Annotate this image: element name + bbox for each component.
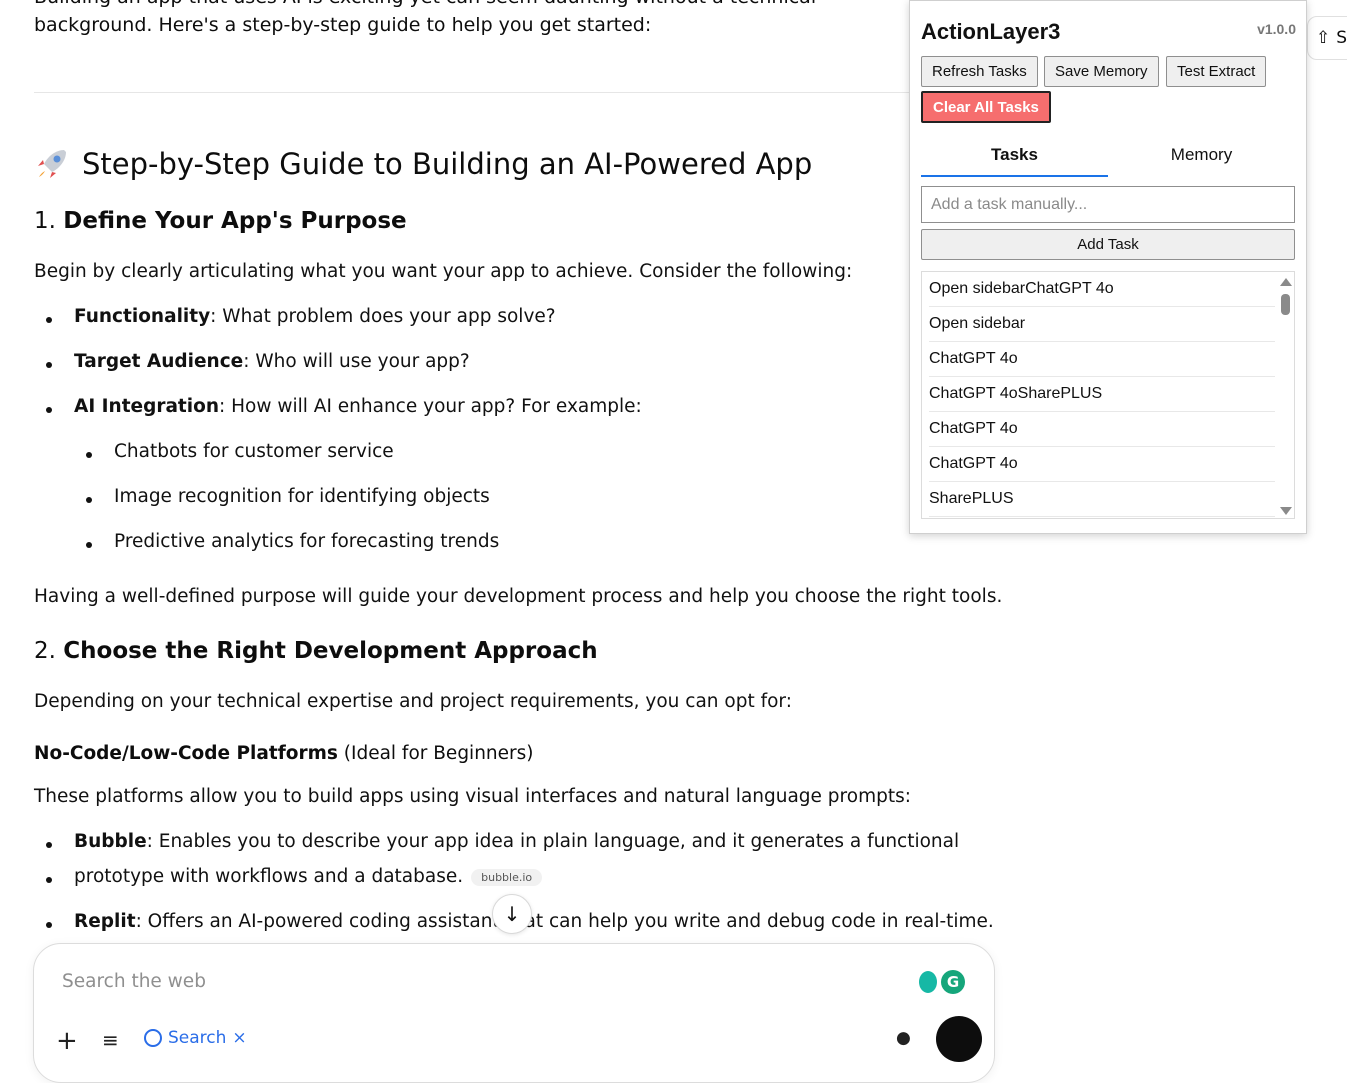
share-button[interactable]: ⇧ Sh [1307, 16, 1347, 60]
search-input[interactable] [60, 970, 760, 993]
close-icon[interactable]: × [232, 1028, 246, 1048]
list-item-term: Bubble [74, 831, 147, 852]
grammarly-icon[interactable]: G [941, 970, 965, 994]
section2-title: Choose the Right Development Approach [63, 638, 598, 664]
section2-lead: Depending on your technical expertise an… [34, 691, 792, 712]
task-item[interactable]: Open sidebar [929, 307, 1275, 342]
refresh-tasks-button[interactable]: Refresh Tasks [921, 56, 1038, 87]
list-item: AI Integration: How will AI enhance your… [46, 396, 642, 417]
scroll-down-button[interactable]: ↓ [492, 894, 532, 934]
test-extract-button[interactable]: Test Extract [1166, 56, 1267, 87]
voice-mode-button[interactable] [936, 1016, 982, 1062]
section2-heading: 2. Choose the Right Development Approach [34, 638, 598, 664]
grammarly-widget[interactable]: G [914, 966, 970, 998]
article-intro: background. Here's a step-by-step guide … [34, 14, 652, 36]
section1-heading: 1. Define Your App's Purpose [34, 208, 407, 234]
section1-lead: Begin by clearly articulating what you w… [34, 261, 853, 282]
task-item[interactable]: ChatGPT 4o [929, 342, 1275, 377]
task-list[interactable]: Open sidebarChatGPT 4o Open sidebar Chat… [921, 271, 1295, 519]
list-item-text: prototype with workflows and a database. [74, 866, 464, 887]
panel-version: v1.0.0 [1257, 21, 1296, 37]
save-memory-button[interactable]: Save Memory [1044, 56, 1159, 87]
list-item: Target Audience: Who will use your app? [46, 351, 470, 372]
share-icon: ⇧ [1316, 28, 1331, 48]
scroll-up-arrow-icon[interactable] [1280, 278, 1292, 286]
list-item-term: Functionality [74, 306, 211, 327]
list-item-text: : How will AI enhance your app? For exam… [219, 396, 642, 417]
section1-title: Define Your App's Purpose [63, 208, 407, 234]
tab-tasks[interactable]: Tasks [921, 141, 1108, 177]
list-item: Functionality: What problem does your ap… [46, 306, 556, 327]
task-item[interactable]: ChatGPT 4o [929, 412, 1275, 447]
panel-title: ActionLayer3 [921, 19, 1061, 44]
sub-list-item: Predictive analytics for forecasting tre… [85, 531, 500, 552]
sub-list-item: Image recognition for identifying object… [86, 486, 490, 507]
article-heading-text: Step-by-Step Guide to Building an AI-Pow… [82, 147, 813, 181]
scroll-down-arrow-icon[interactable] [1280, 507, 1292, 515]
search-tool-label: Search [168, 1028, 227, 1048]
subheading-rest: (Ideal for Beginners) [337, 743, 534, 764]
section2-subheading: No-Code/Low-Code Platforms (Ideal for Be… [34, 743, 534, 764]
microphone-icon[interactable]: ● [896, 1028, 911, 1048]
share-label: Sh [1336, 28, 1347, 48]
search-tool-chip[interactable]: Search × [144, 1028, 247, 1048]
article-divider [34, 92, 974, 93]
chat-composer: G + ≡ Search × ● [33, 943, 995, 1083]
plus-icon[interactable]: + [56, 1026, 78, 1056]
section1-number: 1. [34, 208, 56, 234]
list-item-text: : What problem does your app solve? [210, 306, 556, 327]
globe-icon [144, 1029, 162, 1047]
actionlayer-panel: ActionLayer3 v1.0.0 Refresh Tasks Save M… [909, 0, 1307, 534]
task-item[interactable]: ChatGPT 4o [929, 447, 1275, 482]
article-heading: Step-by-Step Guide to Building an AI-Pow… [34, 146, 812, 182]
list-item-term: AI Integration [74, 396, 220, 417]
section1-closing: Having a well-defined purpose will guide… [34, 586, 1003, 607]
list-item-text: : Enables you to describe your app idea … [146, 831, 960, 852]
task-item[interactable]: Open sidebarChatGPT 4o [929, 272, 1275, 307]
subheading-bold: No-Code/Low-Code Platforms [34, 743, 338, 764]
task-list-scrollbar[interactable] [1277, 272, 1294, 518]
task-item[interactable]: ChatGPT 4oSharePLUS [929, 377, 1275, 412]
arrow-down-icon: ↓ [503, 902, 521, 926]
add-task-button[interactable]: Add Task [921, 229, 1295, 260]
task-item[interactable]: SharePLUS [929, 482, 1275, 517]
clear-all-tasks-button[interactable]: Clear All Tasks [921, 91, 1051, 123]
list-item-term: Replit [74, 911, 136, 932]
sub-list-item: Chatbots for customer service [86, 441, 394, 462]
source-chip[interactable]: bubble.io [471, 868, 543, 886]
panel-tabs: Tasks Memory [921, 141, 1295, 177]
list-item-continued: prototype with workflows and a database.… [45, 866, 543, 887]
section2-number: 2. [34, 638, 56, 664]
list-item: Bubble: Enables you to describe your app… [45, 831, 960, 852]
section2-sub-lead: These platforms allow you to build apps … [34, 786, 911, 807]
tab-memory[interactable]: Memory [1108, 141, 1295, 177]
scrollbar-thumb[interactable] [1281, 294, 1290, 315]
task-input[interactable] [921, 186, 1295, 223]
tools-icon[interactable]: ≡ [102, 1028, 119, 1052]
list-item-text: : Offers an AI-powered coding assistant … [135, 911, 994, 932]
list-item-text: : Who will use your app? [243, 351, 470, 372]
rocket-icon [34, 146, 70, 182]
list-item-term: Target Audience [74, 351, 244, 372]
article-cut-line: Building an app that uses AI is exciting… [34, 0, 816, 8]
lightbulb-icon[interactable] [919, 971, 937, 993]
list-item: Replit: Offers an AI-powered coding assi… [46, 911, 994, 932]
